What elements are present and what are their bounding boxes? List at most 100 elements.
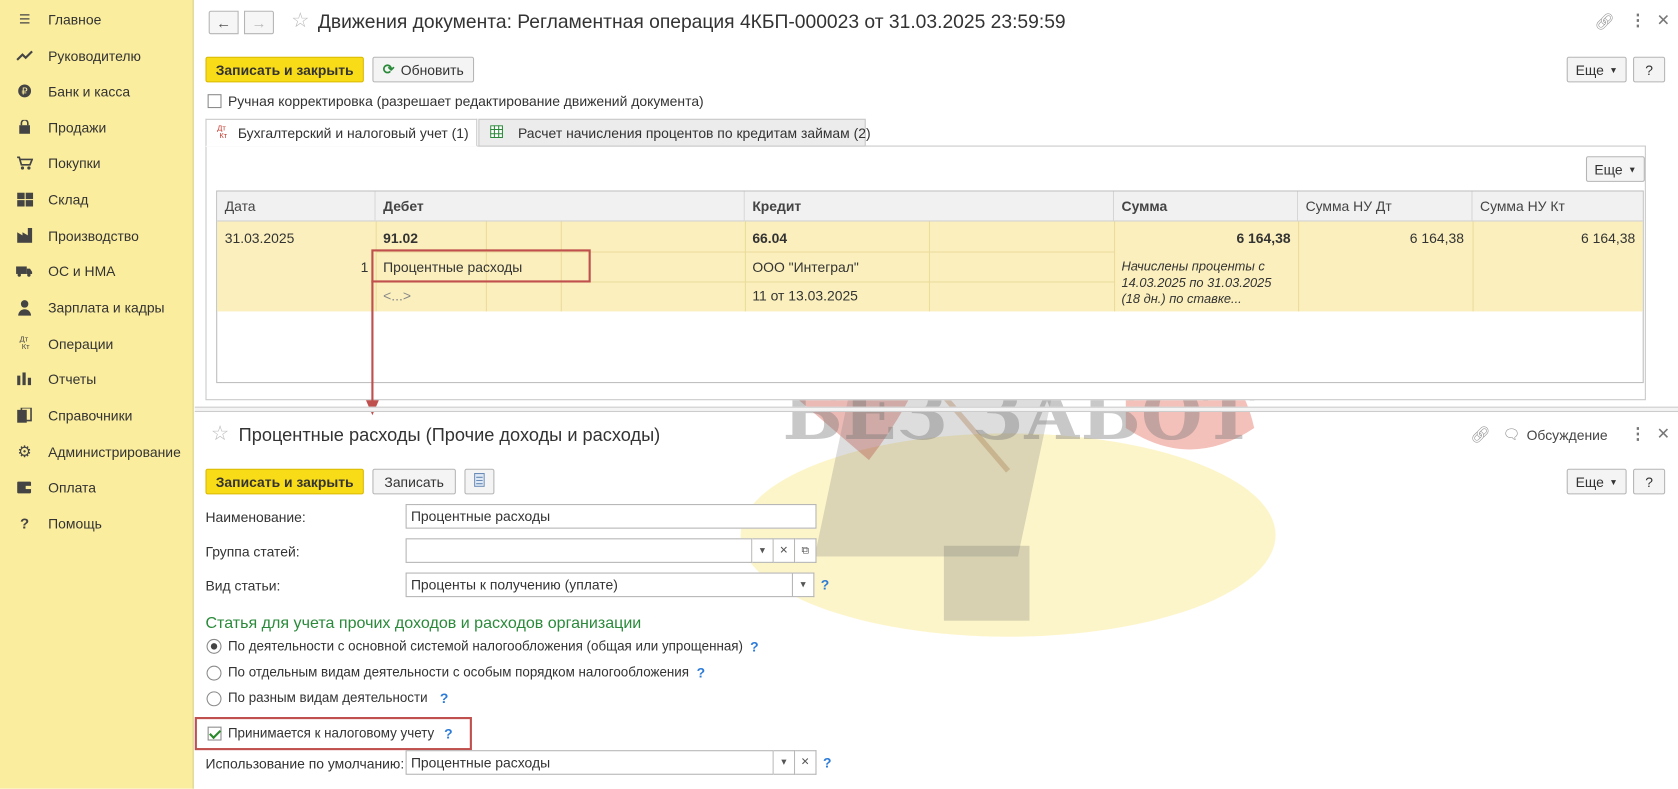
- sidebar-item-bank[interactable]: ₽ Банк и касса: [0, 76, 194, 106]
- sidebar-item-purchases[interactable]: Покупки: [0, 148, 194, 178]
- name-field[interactable]: Процентные расходы: [405, 504, 817, 529]
- column-header-sum-nu-dt[interactable]: Сумма НУ Дт: [1298, 191, 1473, 222]
- radio-main-taxation-label: По деятельности с основной системой нало…: [227, 638, 744, 654]
- favorite-star-icon[interactable]: ☆: [291, 11, 309, 31]
- cell-sum-nu-dt: 6 164,38: [1409, 230, 1464, 247]
- sidebar-item-reports[interactable]: Отчеты: [0, 364, 194, 394]
- link-icon[interactable]: 🔗︎: [1595, 14, 1615, 30]
- more-label: Еще: [1575, 61, 1604, 78]
- sidebar-item-label: Банк и касса: [48, 82, 131, 99]
- column-header-debit[interactable]: Дебет: [375, 191, 745, 222]
- more-label: Еще: [1594, 161, 1623, 178]
- tab-interest-calc[interactable]: Расчет начисления процентов по кредитам …: [478, 118, 871, 147]
- radio2-help-icon[interactable]: ?: [697, 665, 706, 681]
- radio-different-activities[interactable]: [206, 691, 222, 707]
- sidebar-item-production[interactable]: Производство: [0, 220, 194, 250]
- sidebar-item-label: Покупки: [48, 154, 101, 171]
- menu-icon: ☰: [18, 11, 31, 27]
- column-header-sum-nu-kt[interactable]: Сумма НУ Кт: [1472, 191, 1643, 222]
- sidebar-item-warehouse[interactable]: Склад: [0, 184, 194, 214]
- discussion-button[interactable]: 🗨︎ Обсуждение: [1502, 426, 1607, 443]
- sidebar-item-operations[interactable]: Дт Кт Операции: [0, 329, 194, 359]
- close-icon[interactable]: ✕: [1657, 13, 1670, 29]
- form-title: Процентные расходы (Прочие доходы и расх…: [238, 424, 661, 446]
- column-divider: [744, 221, 746, 312]
- refresh-label: Обновить: [400, 61, 464, 78]
- form-help-button[interactable]: ?: [1633, 468, 1666, 495]
- sidebar-item-admin[interactable]: ⚙ Администрирование: [0, 437, 194, 467]
- highlight-box: [371, 249, 591, 283]
- clear-icon: ✕: [800, 756, 810, 769]
- favorite-star-icon[interactable]: ☆: [211, 424, 229, 444]
- group-open-button[interactable]: ⧉: [795, 538, 817, 563]
- tax-help-icon[interactable]: ?: [444, 726, 453, 742]
- cell-comment-line1: Начислены проценты с: [1121, 258, 1265, 274]
- main-panel: УЧЕТ БЕЗ ЗАБОТ ← → ☆ Движения документа:…: [194, 0, 1678, 789]
- arrow-right-icon: →: [251, 13, 267, 32]
- page-title: Движения документа: Регламентная операци…: [317, 10, 1066, 33]
- default-usage-field[interactable]: Процентные расходы: [405, 750, 774, 775]
- save-close-button[interactable]: Записать и закрыть: [205, 56, 364, 83]
- radio1-help-icon[interactable]: ?: [750, 639, 759, 655]
- tab-accounting[interactable]: Дт Кт Бухгалтерский и налоговый учет (1): [205, 118, 478, 147]
- default-dropdown-button[interactable]: ▾: [773, 750, 796, 775]
- form-save-close-button[interactable]: Записать и закрыть: [205, 468, 364, 495]
- group-dropdown-button[interactable]: ▾: [752, 538, 774, 563]
- books-icon: [15, 406, 34, 425]
- sidebar-item-catalogs[interactable]: Справочники: [0, 400, 194, 430]
- person-icon: [15, 298, 34, 317]
- open-icon: ⧉: [801, 544, 810, 557]
- sidebar-item-help[interactable]: ? Помощь: [0, 508, 194, 538]
- kind-label: Вид статьи:: [205, 577, 281, 594]
- sidebar-item-assets[interactable]: ОС и НМА: [0, 256, 194, 286]
- sidebar-item-payment[interactable]: Оплата: [0, 472, 194, 502]
- cell-debit-account: 91.02: [383, 230, 418, 247]
- form-save-button[interactable]: Записать: [372, 468, 456, 495]
- kind-field[interactable]: Проценты к получению (уплате): [405, 572, 793, 598]
- panel-splitter[interactable]: [194, 406, 1678, 413]
- column-header-sum[interactable]: Сумма: [1114, 191, 1299, 222]
- table-more-button[interactable]: Еще ▼: [1585, 156, 1645, 182]
- kind-dropdown-button[interactable]: ▾: [792, 572, 815, 598]
- gear-icon: ⚙: [17, 443, 32, 462]
- group-clear-button[interactable]: ✕: [773, 538, 796, 563]
- coin-icon: ₽: [15, 81, 34, 100]
- manual-correction-checkbox[interactable]: [207, 94, 222, 109]
- radio-special-taxation[interactable]: [206, 665, 222, 681]
- radio-main-taxation[interactable]: [206, 638, 222, 654]
- link-icon[interactable]: 🔗︎: [1470, 427, 1490, 443]
- sidebar-item-sales[interactable]: Продажи: [0, 112, 194, 142]
- clear-icon: ✕: [779, 544, 789, 557]
- cell-credit-account: 66.04: [752, 230, 788, 247]
- sidebar-item-main[interactable]: ☰ Главное: [0, 4, 194, 34]
- forward-button[interactable]: →: [243, 10, 274, 35]
- radio3-help-icon[interactable]: ?: [440, 690, 449, 706]
- tax-accounting-checkbox[interactable]: [207, 726, 222, 741]
- help-button[interactable]: ?: [1633, 56, 1666, 83]
- default-help-icon[interactable]: ?: [823, 754, 832, 770]
- close-icon[interactable]: ✕: [1657, 426, 1670, 442]
- kind-help-icon[interactable]: ?: [821, 577, 830, 593]
- refresh-button[interactable]: ⟳ Обновить: [372, 56, 475, 83]
- sidebar-item-salary[interactable]: Зарплата и кадры: [0, 292, 194, 322]
- sidebar-item-label: Справочники: [48, 407, 133, 424]
- column-header-credit[interactable]: Кредит: [744, 191, 1115, 222]
- sidebar-item-director[interactable]: Руководителю: [0, 41, 194, 71]
- cell-date: 31.03.2025: [224, 230, 295, 247]
- cell-credit-subconto-2: 11 от 13.03.2025: [752, 287, 858, 304]
- more-label: Еще: [1575, 473, 1604, 490]
- column-header-date[interactable]: Дата: [217, 191, 376, 222]
- form-more-button[interactable]: Еще ▼: [1566, 468, 1627, 495]
- back-button[interactable]: ←: [208, 10, 239, 35]
- default-clear-button[interactable]: ✕: [795, 750, 817, 775]
- column-divider: [928, 221, 930, 312]
- more-button[interactable]: Еще ▼: [1566, 56, 1627, 83]
- tab-label: Расчет начисления процентов по кредитам …: [517, 124, 871, 141]
- factory-icon: [15, 226, 34, 245]
- more-vertical-icon[interactable]: ⋮: [1630, 426, 1646, 442]
- form-report-button[interactable]: [464, 468, 495, 495]
- sidebar-item-label: Склад: [48, 191, 89, 208]
- group-field[interactable]: [405, 538, 753, 563]
- more-vertical-icon[interactable]: ⋮: [1630, 13, 1646, 29]
- cell-sum: 6 164,38: [1236, 230, 1291, 247]
